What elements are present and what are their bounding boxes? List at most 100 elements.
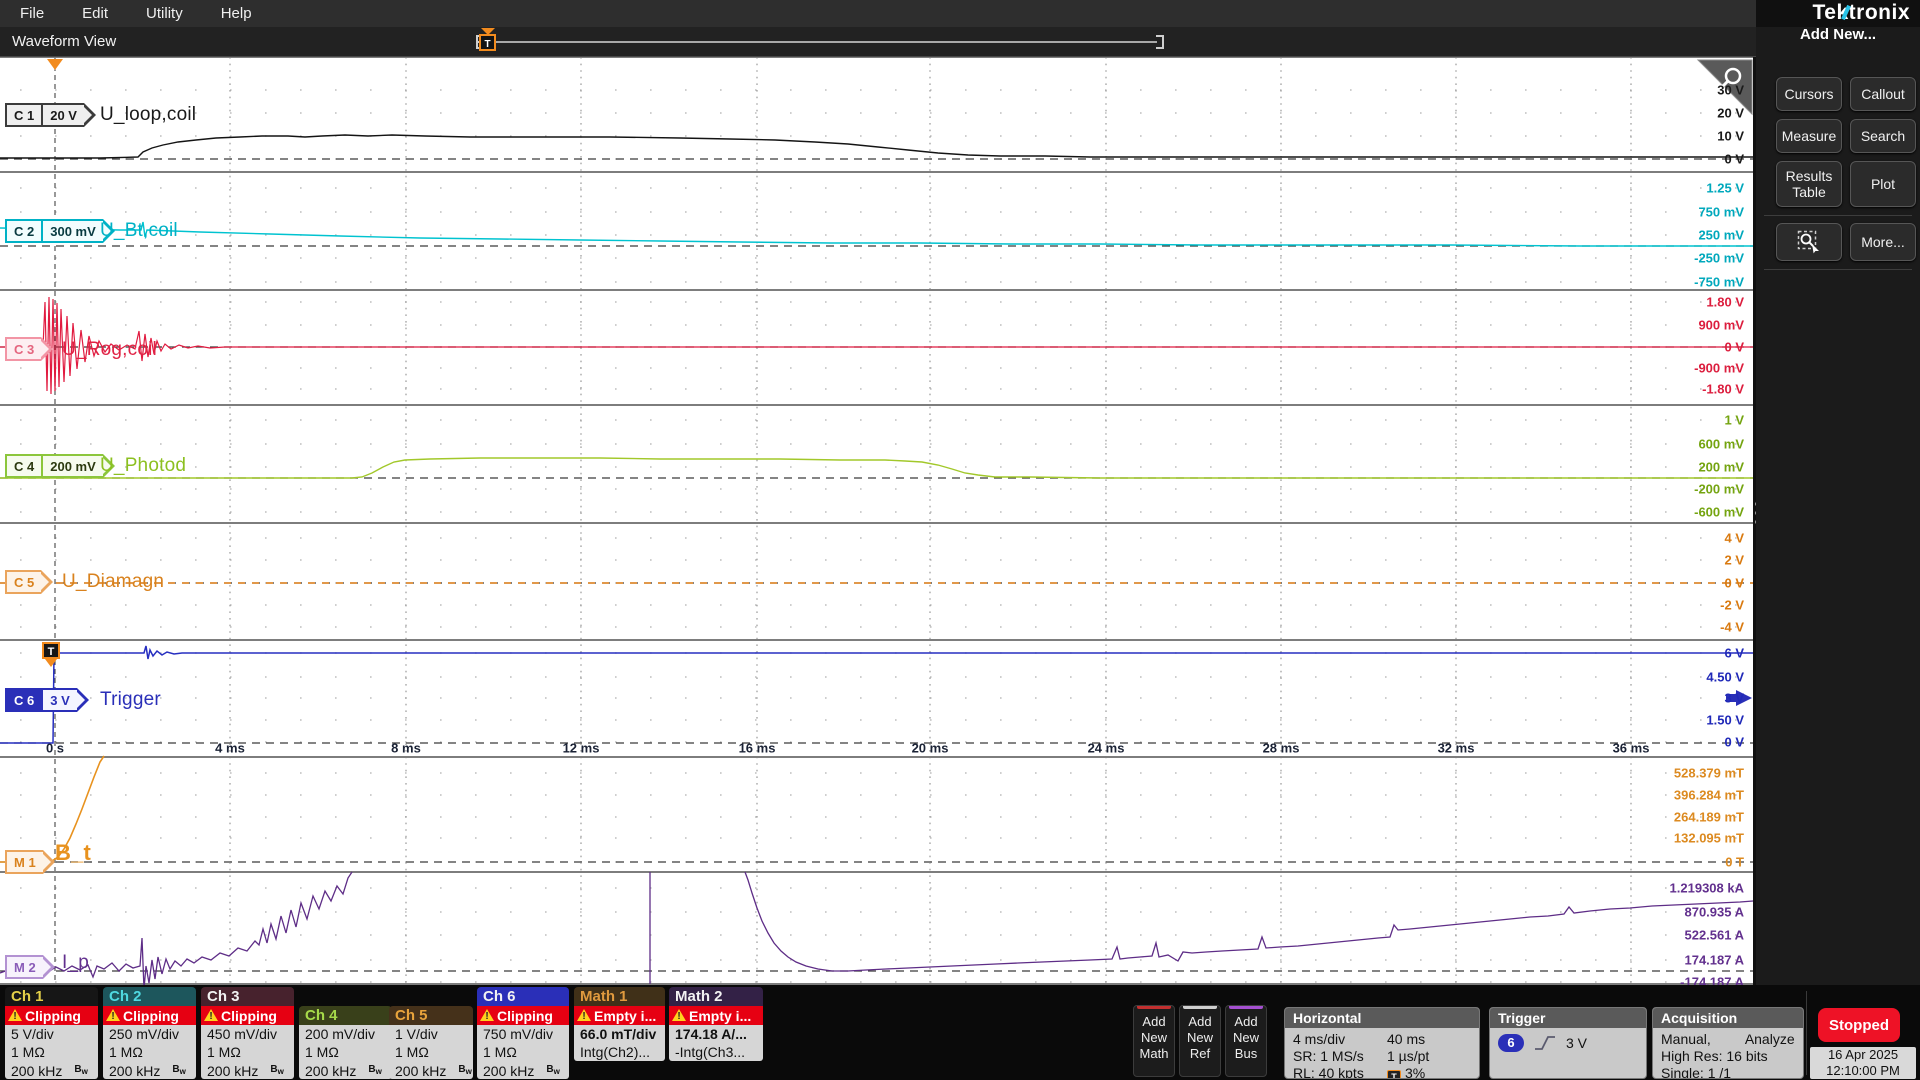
expansion-point-marker[interactable] [47,59,63,70]
channel-badge-body: 66.0 mT/divIntg(Ch2)... [574,1025,665,1061]
pan-marker-arrow[interactable] [481,28,495,35]
horizontal-panel[interactable]: Horizontal 4 ms/div 40 ms SR: 1 MS/s 1 µ… [1284,1007,1480,1079]
badge-segment: 300 mV [41,219,103,243]
channel-name-ch2: U_Bt,coil [100,220,178,242]
bandwidth-limit-icon: Bw [172,1064,185,1075]
channel-badge-ch4[interactable]: C 4200 mV [5,454,115,478]
clipping-warning: Clipping [477,1006,569,1025]
sidebar-button-search[interactable]: Search [1850,119,1916,153]
channel-badge-title: Math 1 [574,987,665,1006]
channel-badge-body: 5 V/div1 MΩ200 kHzBw [5,1025,98,1079]
axis-label-ch1: 30 V [1717,83,1744,98]
menu-utility[interactable]: Utility [146,5,183,22]
zoom-select-icon [1797,230,1821,254]
sidebar-button-callout[interactable]: Callout [1850,77,1916,111]
warning-icon [8,1009,22,1022]
sidebar-divider [1764,215,1912,216]
channel-badge-body: 250 mV/div1 MΩ200 kHzBw [103,1025,196,1079]
button-accent-stripe [1183,1006,1217,1009]
acquisition-mode: Manual, [1661,1031,1711,1047]
channel-setting-row: 1 MΩ [103,1043,196,1061]
channel-setting-row: 200 kHzBw [477,1061,569,1079]
sidebar-button-results-table[interactable]: Results Table [1776,161,1842,207]
axis-label-ch1: 10 V [1717,129,1744,144]
channel-badge-ch5[interactable]: C 5 [5,570,53,594]
trigger-source-badge: 6 [1498,1034,1524,1052]
horizontal-panel-title: Horizontal [1285,1008,1479,1028]
sidebar-button-zoom-select[interactable] [1776,223,1842,261]
add-new-ref-button[interactable]: AddNewRef [1179,1005,1221,1077]
menu-edit[interactable]: Edit [82,5,108,22]
badge-segment: 200 mV [41,454,103,478]
date-text: 16 Apr 2025 [1810,1047,1916,1063]
channel-setting-row: 5 V/div [5,1025,98,1043]
bandwidth-limit-icon: Bw [546,1064,559,1075]
sample-rate: SR: 1 MS/s [1293,1048,1387,1065]
bottom-channel-badge-ch2[interactable]: Ch 2Clipping250 mV/div1 MΩ200 kHzBw [103,987,196,1079]
horizontal-scale: 4 ms/div [1293,1031,1387,1048]
time-axis-label: 28 ms [1263,741,1300,756]
channel-badge-title: Ch 1 [5,987,98,1006]
acquisition-panel[interactable]: Acquisition Manual,Analyze High Res: 16 … [1652,1007,1804,1079]
channel-badge-ch6[interactable]: C 63 V [5,688,89,712]
channel-setting-row: 250 mV/div [103,1025,196,1043]
svg-text:T: T [48,646,55,658]
bottom-channel-badge-ch6[interactable]: Ch 6Clipping750 mV/div1 MΩ200 kHzBw [477,987,569,1079]
trigger-position: T3% [1387,1065,1471,1079]
menu-file[interactable]: File [20,5,44,22]
right-sidebar: Add New... CursorsCalloutMeasureSearchRe… [1756,27,1920,985]
axis-label-ch2: -750 mV [1694,275,1744,290]
channel-setting-row: 200 kHzBw [389,1061,473,1079]
svg-text:T: T [484,39,490,50]
sidebar-button-measure[interactable]: Measure [1776,119,1842,153]
run-stop-status[interactable]: Stopped [1818,1008,1900,1042]
bottom-channel-badge-ch1[interactable]: Ch 1Clipping5 V/div1 MΩ200 kHzBw [5,987,98,1079]
channel-setting-row: 1 MΩ [299,1043,392,1061]
badge-segment: C 6 [5,688,41,712]
channel-badge-math2[interactable]: M 2 [5,955,55,979]
channel-badge-ch1[interactable]: C 120 V [5,103,96,127]
channel-setting-row: 1 MΩ [477,1043,569,1061]
axis-label-ch6: 3 V [1724,691,1744,706]
bottom-channel-badge-math2[interactable]: Math 2Empty i...174.18 A/...-Intg(Ch3... [669,987,763,1061]
channel-badge-math1[interactable]: M 1 [5,850,55,874]
add-new-math-button[interactable]: AddNewMath [1133,1005,1175,1077]
trigger-panel[interactable]: Trigger 6 3 V [1489,1007,1647,1079]
record-length: RL: 40 kpts [1293,1065,1387,1079]
menu-help[interactable]: Help [221,5,252,22]
trace-ch2 [0,222,1753,246]
channel-name-ch5: U_Diamagn [62,571,164,593]
badge-arrow-tip [41,570,53,594]
waveform-plot-area[interactable]: T30 V20 V10 V0 VC 120 VU_loop,coil1.25 V… [0,57,1753,985]
axis-label-ch5: 4 V [1724,531,1744,546]
channel-badge-body: 750 mV/div1 MΩ200 kHzBw [477,1025,569,1079]
sidebar-button-cursors[interactable]: Cursors [1776,77,1842,111]
badge-segment: C 3 [5,337,41,361]
trigger-panel-title: Trigger [1490,1008,1646,1028]
time-axis-label: 8 ms [391,741,421,756]
channel-setting-row: 1 V/div [389,1025,473,1043]
sidebar-button-plot[interactable]: Plot [1850,161,1916,207]
badge-segment: C 2 [5,219,41,243]
trace-ch1 [0,135,1753,158]
acquisition-count: Single: 1 /1 [1661,1065,1795,1079]
axis-label-ch5: -4 V [1720,620,1744,635]
channel-badge-ch3[interactable]: C 3 [5,337,53,361]
bottom-channel-badge-ch5[interactable]: Ch 51 V/div1 MΩ200 kHzBw [389,1006,473,1079]
channel-setting-row: Intg(Ch2)... [574,1043,665,1061]
trace-ch3 [0,297,1753,394]
sidebar-button-more[interactable]: More... [1850,223,1916,261]
channel-name-math1: B_t [55,840,91,866]
axis-label-math1: 264.189 mT [1674,810,1744,825]
channel-badge-ch2[interactable]: C 2300 mV [5,219,115,243]
horizontal-position-bar[interactable]: T [0,27,1756,57]
channel-name-ch4: U_Photod [100,455,186,477]
bottom-channel-badge-ch4[interactable]: Ch 4200 mV/div1 MΩ200 kHzBw [299,1006,392,1079]
add-new-bus-button[interactable]: AddNewBus [1225,1005,1267,1077]
badge-segment: C 5 [5,570,41,594]
bottom-channel-badge-ch3[interactable]: Ch 3Clipping450 mV/div1 MΩ200 kHzBw [201,987,294,1079]
bottom-channel-badge-math1[interactable]: Math 1Empty i...66.0 mT/divIntg(Ch2)... [574,987,665,1061]
channel-badge-body: 200 mV/div1 MΩ200 kHzBw [299,1025,392,1079]
oscilloscope-app: FileEditUtilityHelp Tektronix T Waveform… [0,0,1920,1080]
bandwidth-limit-icon: Bw [74,1064,87,1075]
